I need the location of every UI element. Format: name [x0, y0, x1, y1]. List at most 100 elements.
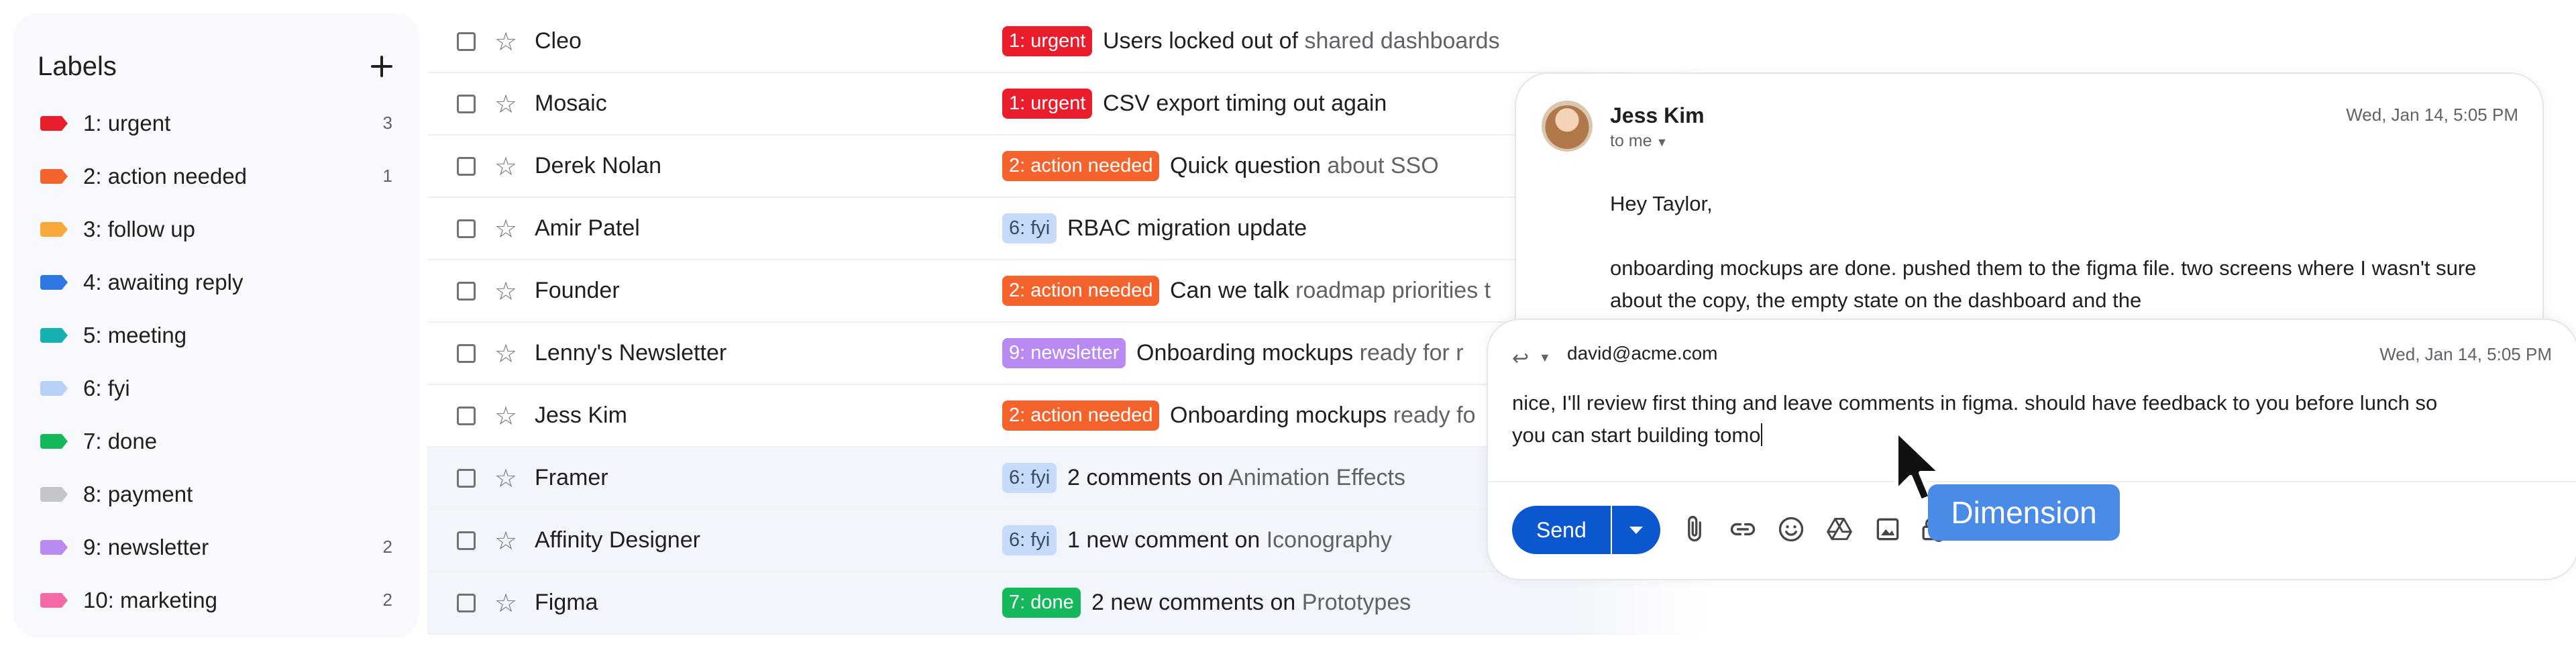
- label-name: 3: follow up: [83, 216, 195, 241]
- reply-date: Wed, Jan 14, 5:05 PM: [2379, 344, 2552, 364]
- emoji-icon[interactable]: [1776, 515, 1806, 544]
- message-row[interactable]: ☆ Cleo 1: urgent Users locked out of shared…: [427, 11, 1735, 73]
- star-icon[interactable]: ☆: [494, 403, 517, 429]
- label-name: 9: newsletter: [83, 534, 209, 559]
- attach-icon[interactable]: [1680, 515, 1709, 544]
- chevron-down-icon[interactable]: ▼: [1539, 351, 1551, 365]
- reply-text: nice, I'll review first thing and leave …: [1512, 391, 2438, 447]
- star-icon[interactable]: ☆: [494, 29, 517, 54]
- message-sender: Lenny's Newsletter: [535, 340, 727, 366]
- star-icon[interactable]: ☆: [494, 91, 517, 117]
- message-row[interactable]: ☆ Figma 7: done 2 new comments on Prototype…: [427, 572, 1735, 635]
- label-name: 10: marketing: [83, 587, 217, 612]
- message-subject: Onboarding mockups ready fo: [1170, 402, 1476, 429]
- subject-snippet: Prototypes: [1295, 590, 1411, 615]
- row-checkbox[interactable]: [457, 468, 476, 488]
- star-icon[interactable]: ☆: [494, 528, 517, 553]
- label-tag-icon: [40, 327, 68, 343]
- label-tag-icon: [40, 433, 68, 449]
- message-subject: Can we talk roadmap priorities t: [1170, 278, 1491, 304]
- message-label-chip[interactable]: 6: fyi: [1002, 462, 1057, 494]
- star-icon[interactable]: ☆: [494, 466, 517, 491]
- message-label-chip[interactable]: 2: action needed: [1002, 150, 1160, 182]
- row-checkbox[interactable]: [457, 32, 476, 51]
- message-subject: Onboarding mockups ready for r: [1136, 340, 1464, 366]
- subject-text: Onboarding mockups: [1170, 402, 1387, 428]
- subject-text: 2 comments on: [1067, 465, 1224, 490]
- sidebar-label-item[interactable]: 8: payment: [13, 468, 419, 521]
- dimension-tooltip: Dimension: [1928, 484, 2120, 541]
- row-checkbox[interactable]: [457, 219, 476, 238]
- message-sender: Mosaic: [535, 91, 607, 116]
- sidebar-label-item[interactable]: 6: fyi: [13, 362, 419, 415]
- label-count: 1: [382, 166, 392, 186]
- message-sender: Framer: [535, 465, 608, 490]
- sidebar-label-item[interactable]: 7: done: [13, 415, 419, 468]
- message-sender: Amir Patel: [535, 215, 640, 241]
- label-name: 4: awaiting reply: [83, 269, 244, 294]
- reply-recipient[interactable]: david@acme.com: [1567, 343, 1718, 364]
- message-label-chip[interactable]: 2: action needed: [1002, 275, 1160, 307]
- subject-snippet: ready fo: [1387, 402, 1476, 428]
- subject-text: Quick question: [1170, 153, 1321, 178]
- send-options-button[interactable]: [1611, 506, 1660, 554]
- label-tag-icon: [40, 274, 68, 290]
- star-icon[interactable]: ☆: [494, 590, 517, 616]
- reply-textarea[interactable]: nice, I'll review first thing and leave …: [1512, 387, 2465, 451]
- message-label-chip[interactable]: 6: fyi: [1002, 525, 1057, 556]
- label-tag-icon: [40, 592, 68, 608]
- text-caret: [1760, 423, 1762, 446]
- sidebar-label-item[interactable]: 1: urgent 3: [13, 97, 419, 150]
- row-checkbox[interactable]: [457, 531, 476, 550]
- message-label-chip[interactable]: 7: done: [1002, 587, 1081, 618]
- send-button[interactable]: Send: [1512, 506, 1611, 554]
- sidebar-label-item[interactable]: 4: awaiting reply: [13, 256, 419, 309]
- row-checkbox[interactable]: [457, 593, 476, 612]
- label-name: 5: meeting: [83, 322, 187, 347]
- chevron-down-icon[interactable]: ▼: [1656, 136, 1668, 149]
- sidebar-label-item[interactable]: 5: meeting: [13, 309, 419, 362]
- drive-icon[interactable]: [1825, 515, 1854, 544]
- sidebar-label-item[interactable]: 9: newsletter 2: [13, 521, 419, 574]
- email-recipients[interactable]: to me ▼: [1610, 131, 1668, 151]
- reply-icon[interactable]: ↩: [1512, 347, 1529, 370]
- message-label-chip[interactable]: 6: fyi: [1002, 213, 1057, 244]
- row-checkbox[interactable]: [457, 156, 476, 176]
- add-label-icon[interactable]: [368, 53, 395, 80]
- label-name: 2: action needed: [83, 163, 248, 188]
- label-tag-icon: [40, 486, 68, 502]
- subject-snippet: Iconography: [1260, 527, 1392, 553]
- row-checkbox[interactable]: [457, 406, 476, 425]
- message-label-chip[interactable]: 9: newsletter: [1002, 337, 1126, 369]
- row-checkbox[interactable]: [457, 281, 476, 301]
- subject-text: 1 new comment on: [1067, 527, 1260, 553]
- message-subject: 1 new comment on Iconography: [1067, 527, 1392, 553]
- message-subject: Users locked out of shared dashboards: [1103, 28, 1500, 54]
- sender-avatar: [1542, 101, 1593, 152]
- message-label-chip[interactable]: 1: urgent: [1002, 88, 1093, 119]
- sidebar-label-item[interactable]: 10: marketing 2: [13, 574, 419, 627]
- subject-text: Users locked out of: [1103, 28, 1299, 54]
- row-checkbox[interactable]: [457, 343, 476, 363]
- email-to-text: to me: [1610, 131, 1652, 150]
- labels-title: Labels: [38, 51, 117, 81]
- star-icon[interactable]: ☆: [494, 154, 517, 179]
- link-icon[interactable]: [1728, 515, 1758, 544]
- image-icon[interactable]: [1873, 515, 1902, 544]
- label-name: 1: urgent: [83, 110, 171, 136]
- message-subject: RBAC migration update: [1067, 215, 1307, 241]
- row-checkbox[interactable]: [457, 94, 476, 113]
- star-icon[interactable]: ☆: [494, 341, 517, 366]
- star-icon[interactable]: ☆: [494, 278, 517, 304]
- subject-snippet: about SSO: [1320, 153, 1439, 178]
- message-sender: Cleo: [535, 28, 582, 54]
- sidebar-label-item[interactable]: 3: follow up: [13, 203, 419, 256]
- sidebar-label-item[interactable]: 2: action needed 1: [13, 150, 419, 203]
- reply-compose-card: ↩ ▼ david@acme.com Wed, Jan 14, 5:05 PM …: [1487, 319, 2576, 580]
- star-icon[interactable]: ☆: [494, 216, 517, 241]
- message-label-chip[interactable]: 1: urgent: [1002, 25, 1093, 57]
- label-tag-icon: [40, 221, 68, 237]
- message-label-chip[interactable]: 2: action needed: [1002, 400, 1160, 431]
- subject-text: CSV export timing out again: [1103, 91, 1387, 116]
- chevron-down-icon: [1629, 526, 1643, 534]
